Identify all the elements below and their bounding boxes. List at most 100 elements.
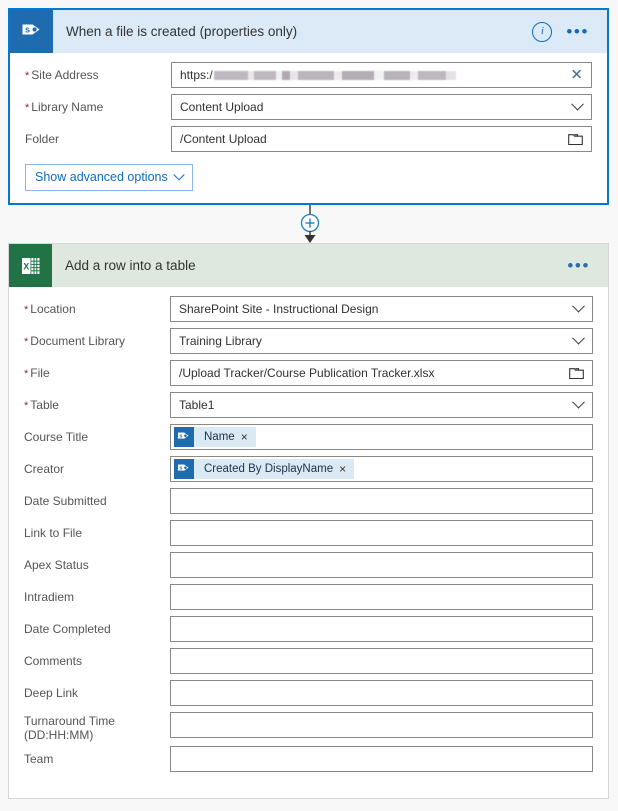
trigger-card[interactable]: s When a file is created (properties onl…	[8, 8, 609, 205]
required-indicator: *	[24, 400, 29, 412]
folder-icon[interactable]	[569, 367, 584, 380]
required-indicator: *	[25, 70, 30, 82]
field-label-site-address: * Site Address	[25, 68, 99, 82]
creator-input[interactable]: s Created By DisplayName ×	[170, 456, 593, 482]
trigger-header-actions: i •••	[532, 21, 589, 42]
file-value: /Upload Tracker/Course Publication Track…	[179, 366, 435, 380]
chevron-down-icon[interactable]	[573, 336, 584, 347]
field-row: * Library Name Content Upload	[25, 94, 592, 120]
folder-icon[interactable]	[568, 133, 583, 146]
field-row: Date Completed	[24, 616, 593, 642]
library-name-value: Content Upload	[180, 100, 264, 114]
more-options-icon[interactable]: •••	[567, 257, 590, 274]
field-label-library-name: * Library Name	[25, 100, 104, 114]
site-address-input[interactable]: https:/ ✕	[171, 62, 592, 88]
field-row: * Document Library Training Library	[24, 328, 593, 354]
turnaround-time-input[interactable]	[170, 712, 593, 738]
token-label: Name	[204, 431, 235, 443]
action-card-title: Add a row into a table	[65, 258, 196, 273]
clear-x-icon[interactable]: ✕	[570, 68, 583, 83]
action-card[interactable]: X Add a row into a table ••• *Location	[8, 243, 609, 799]
dynamic-content-token[interactable]: s Created By DisplayName ×	[174, 459, 355, 479]
field-label-folder: Folder	[25, 132, 60, 146]
field-row: Course Title s Name ×	[24, 424, 593, 450]
folder-value: /Content Upload	[180, 132, 267, 146]
comments-input[interactable]	[170, 648, 593, 674]
field-row: Apex Status	[24, 552, 593, 578]
sharepoint-icon: s	[10, 10, 53, 53]
field-label-date-submitted: Date Submitted	[24, 494, 107, 508]
flow-connector	[0, 205, 618, 243]
chevron-down-icon	[175, 173, 183, 181]
field-row: Creator s Created By DisplayName ×	[24, 456, 593, 482]
token-remove-icon[interactable]: ×	[339, 463, 354, 475]
sharepoint-icon: s	[174, 459, 194, 479]
excel-icon: X	[9, 244, 52, 287]
required-indicator: *	[25, 102, 30, 114]
trigger-card-header[interactable]: s When a file is created (properties onl…	[10, 10, 607, 53]
field-row: * Location SharePoint Site - Instructiona…	[24, 296, 593, 322]
field-label-date-completed: Date Completed	[24, 622, 111, 636]
team-input[interactable]	[170, 746, 593, 772]
link-to-file-input[interactable]	[170, 520, 593, 546]
field-label-intradiem: Intradiem	[24, 590, 75, 604]
token-remove-icon[interactable]: ×	[241, 431, 256, 443]
field-row: Team	[24, 746, 593, 772]
trigger-card-title: When a file is created (properties only)	[66, 24, 298, 39]
chevron-down-icon[interactable]	[573, 400, 584, 411]
date-submitted-input[interactable]	[170, 488, 593, 514]
svg-text:X: X	[23, 261, 29, 271]
field-row: * Table Table1	[24, 392, 593, 418]
info-icon[interactable]: i	[532, 21, 553, 42]
field-label-link-to-file: Link to File	[24, 526, 83, 540]
field-label-course-title: Course Title	[24, 430, 89, 444]
field-label-creator: Creator	[24, 462, 65, 476]
more-options-icon[interactable]: •••	[566, 23, 589, 40]
action-card-header[interactable]: X Add a row into a table •••	[9, 244, 608, 287]
svg-text:s: s	[179, 433, 182, 439]
document-library-value: Training Library	[179, 334, 262, 348]
field-label-document-library: * Document Library	[24, 334, 125, 348]
field-row: Comments	[24, 648, 593, 674]
library-name-dropdown[interactable]: Content Upload	[171, 94, 592, 120]
svg-text:s: s	[24, 24, 29, 34]
redacted-url-block	[213, 70, 456, 80]
document-library-dropdown[interactable]: Training Library	[170, 328, 593, 354]
field-label-deep-link: Deep Link	[24, 686, 79, 700]
dynamic-content-token[interactable]: s Name ×	[174, 427, 256, 447]
field-row: Intradiem	[24, 584, 593, 610]
required-indicator: *	[24, 336, 29, 348]
show-advanced-options-button[interactable]: Show advanced options	[25, 164, 193, 191]
field-row: * File /Upload Tracker/Course Publication…	[24, 360, 593, 386]
intradiem-input[interactable]	[170, 584, 593, 610]
deep-link-input[interactable]	[170, 680, 593, 706]
svg-text:s: s	[179, 465, 182, 471]
sharepoint-icon: s	[174, 427, 194, 447]
location-dropdown[interactable]: SharePoint Site - Instructional Design	[170, 296, 593, 322]
required-indicator: *	[24, 368, 29, 380]
chevron-down-icon[interactable]	[573, 304, 584, 315]
token-label: Created By DisplayName	[204, 463, 334, 475]
field-label-team: Team	[24, 752, 54, 766]
field-row: Link to File	[24, 520, 593, 546]
action-card-body: * Location SharePoint Site - Instructiona…	[9, 287, 608, 788]
folder-input[interactable]: /Content Upload	[171, 126, 592, 152]
table-value: Table1	[179, 398, 215, 412]
field-row: Date Submitted	[24, 488, 593, 514]
table-dropdown[interactable]: Table1	[170, 392, 593, 418]
site-address-value: https:/	[180, 68, 213, 82]
field-row: Folder /Content Upload	[25, 126, 592, 152]
apex-status-input[interactable]	[170, 552, 593, 578]
field-row: Turnaround Time (DD:HH:MM)	[24, 712, 593, 742]
field-label-apex-status: Apex Status	[24, 558, 89, 572]
file-input[interactable]: /Upload Tracker/Course Publication Track…	[170, 360, 593, 386]
field-label-turnaround-time: Turnaround Time (DD:HH:MM)	[24, 714, 115, 742]
field-label-comments: Comments	[24, 654, 83, 668]
action-header-actions: •••	[567, 257, 590, 274]
course-title-input[interactable]: s Name ×	[170, 424, 593, 450]
location-value: SharePoint Site - Instructional Design	[179, 302, 379, 316]
chevron-down-icon[interactable]	[572, 102, 583, 113]
field-label-file: * File	[24, 366, 50, 380]
field-label-table: * Table	[24, 398, 59, 412]
date-completed-input[interactable]	[170, 616, 593, 642]
